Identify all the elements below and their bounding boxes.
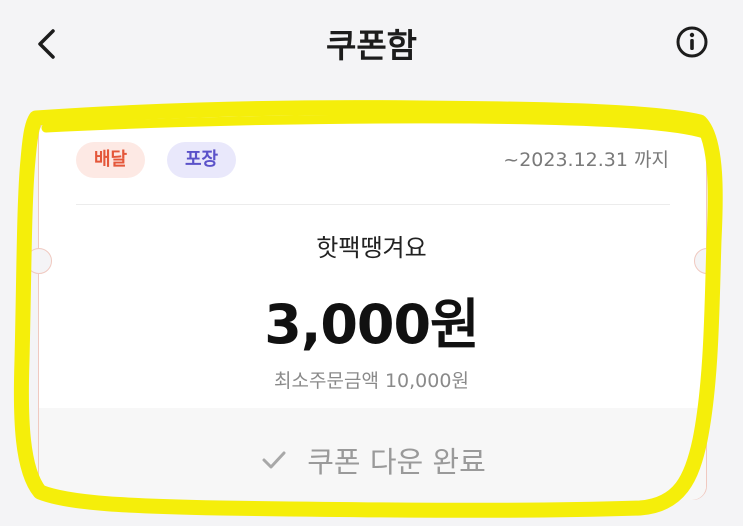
expiry-date: ~2023.12.31 까지 xyxy=(503,149,669,171)
min-order-amount: 최소주문금액 10,000원 xyxy=(274,370,469,392)
header: 쿠폰함 xyxy=(0,0,743,92)
info-circle-icon xyxy=(676,26,708,58)
coupon-download-button[interactable]: 쿠폰 다운 완료 xyxy=(39,408,706,512)
download-label: 쿠폰 다운 완료 xyxy=(307,445,486,479)
tag-pickup: 포장 xyxy=(167,142,237,178)
coupon-amount: 3,000원 xyxy=(264,293,480,356)
divider xyxy=(76,204,670,205)
tag-delivery: 배달 xyxy=(76,142,146,178)
download-area: 쿠폰 다운 완료 xyxy=(39,408,706,500)
coupon-name: 핫팩땡겨요 xyxy=(316,234,427,262)
check-icon xyxy=(262,451,286,469)
info-button[interactable] xyxy=(670,22,714,66)
page-title: 쿠폰함 xyxy=(325,26,418,65)
